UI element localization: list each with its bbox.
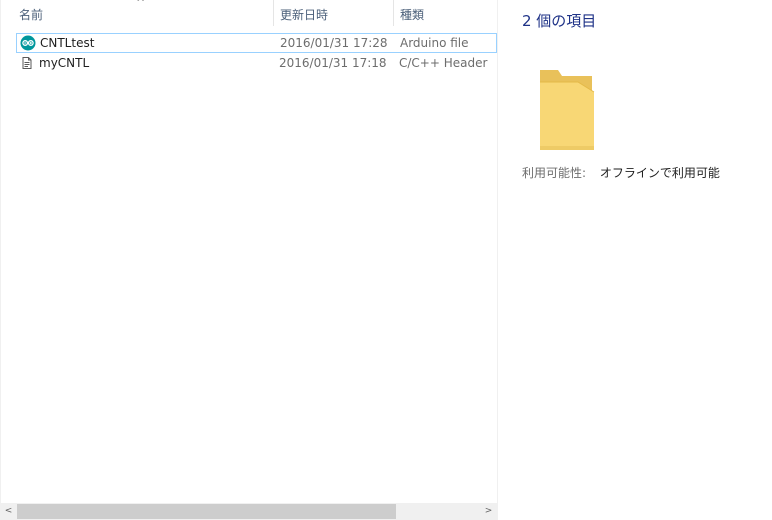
availability-label: 利用可能性: [522,166,587,180]
item-count: 2 個の項目 [522,12,597,30]
file-list-pane: ^ 名前 更新日時 種類 CNTLtest 2016/01/31 17:28 A… [0,0,497,520]
horizontal-scrollbar[interactable]: < > [0,503,497,520]
scroll-right-icon[interactable]: > [480,503,497,520]
file-type: C/C++ Header [399,56,488,70]
file-row[interactable]: myCNTL 2016/01/31 17:18 C/C++ Header [16,54,497,74]
file-name: CNTLtest [40,36,95,50]
column-header-modified[interactable]: 更新日時 [274,0,394,26]
file-type: Arduino file [400,36,469,50]
column-header-bar: ^ 名前 更新日時 種類 [0,0,497,27]
file-modified-date: 2016/01/31 17:18 [279,56,387,70]
column-header-type[interactable]: 種類 [394,0,497,26]
arduino-icon [20,35,36,51]
sort-ascending-icon: ^ [136,0,146,9]
file-name: myCNTL [39,56,90,70]
availability-property: 利用可能性: オフラインで利用可能 [522,164,720,181]
column-header-name[interactable]: ^ 名前 [0,0,274,26]
scroll-left-icon[interactable]: < [0,503,17,520]
explorer-window: ^ 名前 更新日時 種類 CNTLtest 2016/01/31 17:28 A… [0,0,772,520]
column-header-name-label: 名前 [19,8,44,22]
file-modified-date: 2016/01/31 17:28 [280,36,388,50]
details-pane: 2 個の項目 利用可能性: オフラインで利用可能 [497,0,772,520]
column-header-type-label: 種類 [400,8,425,22]
column-header-modified-label: 更新日時 [280,8,329,22]
file-row[interactable]: CNTLtest 2016/01/31 17:28 Arduino file [16,33,497,53]
availability-value: オフラインで利用可能 [599,166,720,180]
header-file-icon [19,55,35,71]
folder-icon [538,68,598,152]
scrollbar-thumb[interactable] [17,504,396,519]
